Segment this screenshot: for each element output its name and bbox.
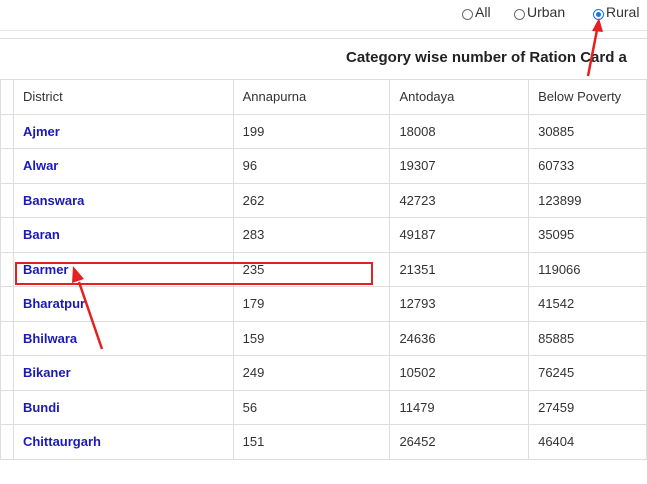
report-title: Category wise number of Ration Card a xyxy=(346,49,627,66)
annapurna-cell: 235 xyxy=(232,251,391,287)
district-link[interactable]: Bikaner xyxy=(23,365,71,380)
annapurna-cell: 199 xyxy=(232,113,391,149)
radio-all-circle[interactable] xyxy=(462,9,473,20)
row-indicator-cell xyxy=(0,217,14,253)
table-row: Bhilwara 159 24636 85885 xyxy=(0,320,647,356)
table-row: Baran 283 49187 35095 xyxy=(0,217,647,253)
column-header-annapurna[interactable]: Annapurna xyxy=(232,79,391,115)
table-row: Barmer 235 21351 119066 xyxy=(0,251,647,287)
row-indicator-cell xyxy=(0,355,14,391)
below-poverty-cell: 60733 xyxy=(528,148,647,184)
district-cell: Alwar xyxy=(12,148,234,184)
district-cell: Chittaurgarh xyxy=(12,424,234,460)
district-link[interactable]: Bhilwara xyxy=(23,331,77,346)
table-row: Banswara 262 42723 123899 xyxy=(0,182,647,218)
row-indicator-cell xyxy=(0,286,14,322)
table-row: Bikaner 249 10502 76245 xyxy=(0,355,647,391)
antodaya-cell: 18008 xyxy=(389,113,530,149)
row-indicator-header xyxy=(0,79,14,115)
column-header-district[interactable]: District xyxy=(12,79,234,115)
radio-urban-circle[interactable] xyxy=(514,9,525,20)
table-header-row: District Annapurna Antodaya Below Povert… xyxy=(0,79,647,115)
district-link[interactable]: Baran xyxy=(23,227,60,242)
below-poverty-cell: 41542 xyxy=(528,286,647,322)
report-title-bar: Category wise number of Ration Card a xyxy=(0,38,647,80)
district-link[interactable]: Alwar xyxy=(23,158,58,173)
radio-urban-label: Urban xyxy=(527,4,566,20)
district-cell: Baran xyxy=(12,217,234,253)
area-filter-bar: All Urban Rural xyxy=(0,0,647,31)
table-row: Chittaurgarh 151 26452 46404 xyxy=(0,424,647,460)
annapurna-cell: 179 xyxy=(232,286,391,322)
row-indicator-cell xyxy=(0,424,14,460)
radio-all[interactable]: All xyxy=(462,4,491,20)
annapurna-cell: 262 xyxy=(232,182,391,218)
column-header-antodaya[interactable]: Antodaya xyxy=(389,79,530,115)
below-poverty-cell: 27459 xyxy=(528,389,647,425)
district-link[interactable]: Banswara xyxy=(23,193,84,208)
table-row: Bharatpur 179 12793 41542 xyxy=(0,286,647,322)
annapurna-cell: 56 xyxy=(232,389,391,425)
row-indicator-cell xyxy=(0,182,14,218)
table-row: Bundi 56 11479 27459 xyxy=(0,389,647,425)
district-cell: Bundi xyxy=(12,389,234,425)
radio-urban[interactable]: Urban xyxy=(514,4,565,20)
below-poverty-cell: 46404 xyxy=(528,424,647,460)
district-link[interactable]: Barmer xyxy=(23,262,69,277)
below-poverty-cell: 123899 xyxy=(528,182,647,218)
district-cell: Ajmer xyxy=(12,113,234,149)
district-cell: Bikaner xyxy=(12,355,234,391)
district-cell: Bharatpur xyxy=(12,286,234,322)
radio-rural-label: Rural xyxy=(606,4,640,20)
below-poverty-cell: 85885 xyxy=(528,320,647,356)
antodaya-cell: 49187 xyxy=(389,217,530,253)
antodaya-cell: 26452 xyxy=(389,424,530,460)
district-cell: Banswara xyxy=(12,182,234,218)
below-poverty-cell: 76245 xyxy=(528,355,647,391)
annapurna-cell: 159 xyxy=(232,320,391,356)
antodaya-cell: 10502 xyxy=(389,355,530,391)
radio-all-label: All xyxy=(475,4,491,20)
below-poverty-cell: 35095 xyxy=(528,217,647,253)
radio-rural[interactable]: Rural xyxy=(593,4,639,20)
table-row: Alwar 96 19307 60733 xyxy=(0,148,647,184)
antodaya-cell: 42723 xyxy=(389,182,530,218)
below-poverty-cell: 119066 xyxy=(528,251,647,287)
district-cell: Barmer xyxy=(12,251,234,287)
annapurna-cell: 283 xyxy=(232,217,391,253)
column-header-below-poverty[interactable]: Below Poverty xyxy=(528,79,647,115)
district-link[interactable]: Chittaurgarh xyxy=(23,434,101,449)
district-link[interactable]: Bundi xyxy=(23,400,60,415)
row-indicator-cell xyxy=(0,113,14,149)
annapurna-cell: 151 xyxy=(232,424,391,460)
row-indicator-cell xyxy=(0,320,14,356)
row-indicator-cell xyxy=(0,148,14,184)
row-indicator-cell xyxy=(0,389,14,425)
district-cell: Bhilwara xyxy=(12,320,234,356)
antodaya-cell: 11479 xyxy=(389,389,530,425)
antodaya-cell: 21351 xyxy=(389,251,530,287)
ration-card-table: District Annapurna Antodaya Below Povert… xyxy=(0,79,647,460)
district-link[interactable]: Bharatpur xyxy=(23,296,85,311)
antodaya-cell: 19307 xyxy=(389,148,530,184)
below-poverty-cell: 30885 xyxy=(528,113,647,149)
radio-rural-circle[interactable] xyxy=(593,9,604,20)
antodaya-cell: 12793 xyxy=(389,286,530,322)
row-indicator-cell xyxy=(0,251,14,287)
table-row: Ajmer 199 18008 30885 xyxy=(0,113,647,149)
district-link[interactable]: Ajmer xyxy=(23,124,60,139)
annapurna-cell: 249 xyxy=(232,355,391,391)
annapurna-cell: 96 xyxy=(232,148,391,184)
antodaya-cell: 24636 xyxy=(389,320,530,356)
